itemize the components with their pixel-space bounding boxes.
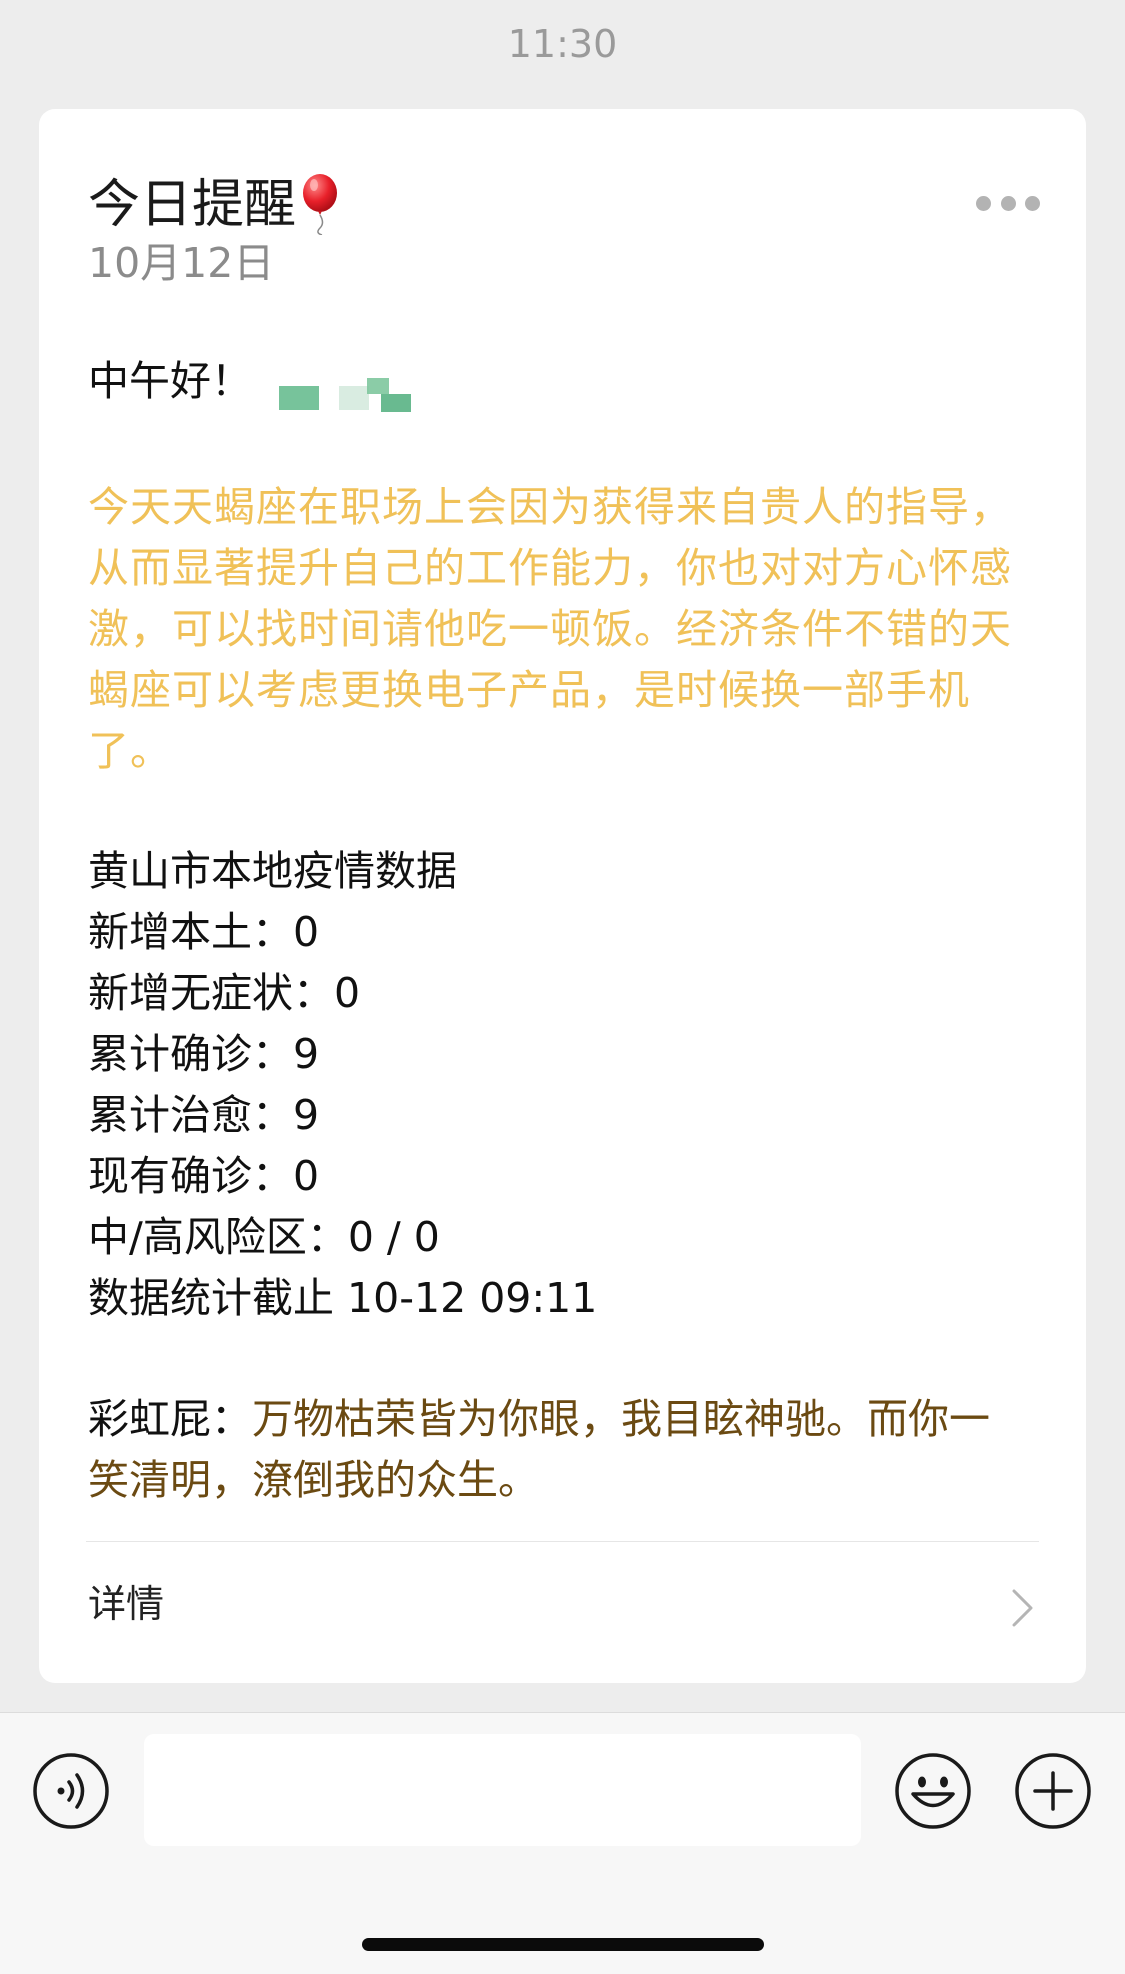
stat-line: 累计确诊：9 [88,1030,320,1078]
card-title: 今日提醒 [88,175,297,235]
input-bar [0,1712,1125,1974]
horoscope-text: 今天天蝎座在职场上会因为获得来自贵人的指导，从而显著提升自己的工作能力，你也对对… [88,483,1012,775]
home-indicator[interactable] [362,1938,764,1951]
chevron-right-icon[interactable] [1010,1588,1036,1628]
divider [86,1541,1039,1542]
balloon-icon [303,174,338,235]
stat-line: 新增无症状：0 [88,969,361,1017]
reminder-card: 今日提醒 10月12日 中午好！ 今天天蝎座在职场上会因为获得来自贵人的指导，从… [39,109,1086,1683]
blurred-name [279,378,424,418]
plus-icon[interactable] [1013,1751,1093,1831]
stat-line: 新增本土：0 [88,908,320,956]
greeting-text: 中午好！ [88,357,252,405]
stat-line: 累计治愈：9 [88,1091,320,1139]
voice-icon[interactable] [31,1751,111,1831]
stat-line: 现有确诊：0 [88,1152,320,1200]
epidemic-stats: 黄山市本地疫情数据 新增本土：0 新增无症状：0 累计确诊：9 累计治愈：9 现… [88,841,597,1329]
message-input[interactable] [144,1734,861,1846]
status-time: 11:30 [507,22,618,66]
stats-heading: 黄山市本地疫情数据 [88,847,457,895]
more-icon[interactable] [976,195,1040,211]
card-date: 10月12日 [88,239,275,287]
rainbow-label: 彩虹屁： [88,1395,252,1443]
rainbow-compliment: 彩虹屁：万物枯荣皆为你眼，我目眩神驰。而你一笑清明，潦倒我的众生。 [88,1389,1028,1511]
stat-line: 数据统计截止 10-12 09:11 [88,1274,598,1322]
stat-line: 中/高风险区：0 / 0 [88,1213,440,1261]
emoji-icon[interactable] [893,1751,973,1831]
detail-link[interactable]: 详情 [88,1585,164,1623]
card-title-row: 今日提醒 [88,174,344,235]
